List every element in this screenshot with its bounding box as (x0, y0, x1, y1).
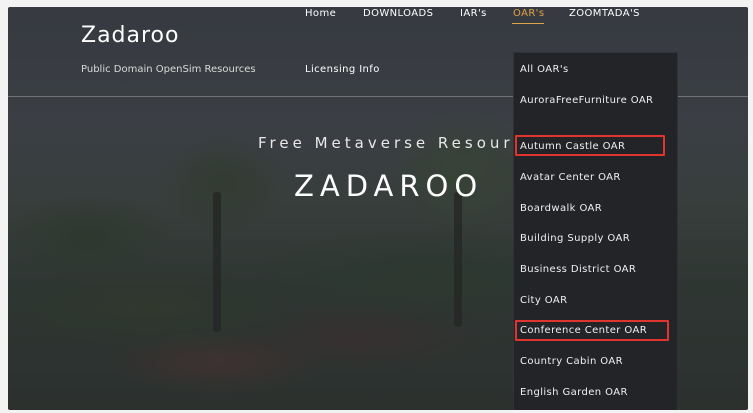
nav-iars[interactable]: IAR's (460, 7, 487, 21)
dropdown-item-aurorafreefurniture-oar[interactable]: AuroraFreeFurniture OAR (520, 93, 670, 108)
website-frame: Zadaroo Public Domain OpenSim Resources … (8, 7, 748, 410)
dropdown-item-avatar-center-oar[interactable]: Avatar Center OAR (520, 170, 670, 185)
nav-oars[interactable]: OAR's (513, 7, 544, 21)
highlight-box-conference-center (515, 320, 669, 341)
oars-dropdown-menu: All OAR's AuroraFreeFurniture OAR Autumn… (513, 52, 678, 410)
nav-home[interactable]: Home (305, 7, 336, 21)
dropdown-item-all-oars[interactable]: All OAR's (520, 62, 670, 77)
nav-active-indicator (512, 23, 544, 24)
dropdown-item-city-oar[interactable]: City OAR (520, 293, 670, 308)
hero-subtitle: Free Metaverse Resources (258, 134, 551, 152)
dropdown-item-building-supply-oar[interactable]: Building Supply OAR (520, 231, 670, 246)
dropdown-item-boardwalk-oar[interactable]: Boardwalk OAR (520, 201, 670, 216)
dropdown-item-business-district-oar[interactable]: Business District OAR (520, 262, 670, 277)
hero-title: ZADAROO (294, 169, 484, 203)
nav-licensing-info[interactable]: Licensing Info (305, 64, 380, 75)
site-tagline: Public Domain OpenSim Resources (81, 64, 256, 75)
nav-zoomtadas[interactable]: ZOOMTADA'S (569, 7, 640, 21)
highlight-box-autumn-castle (515, 135, 665, 156)
nav-downloads[interactable]: DOWNLOADS (363, 7, 433, 21)
dropdown-item-english-garden-oar[interactable]: English Garden OAR (520, 385, 670, 400)
dropdown-item-country-cabin-oar[interactable]: Country Cabin OAR (520, 354, 670, 369)
site-logo[interactable]: Zadaroo (81, 23, 179, 48)
